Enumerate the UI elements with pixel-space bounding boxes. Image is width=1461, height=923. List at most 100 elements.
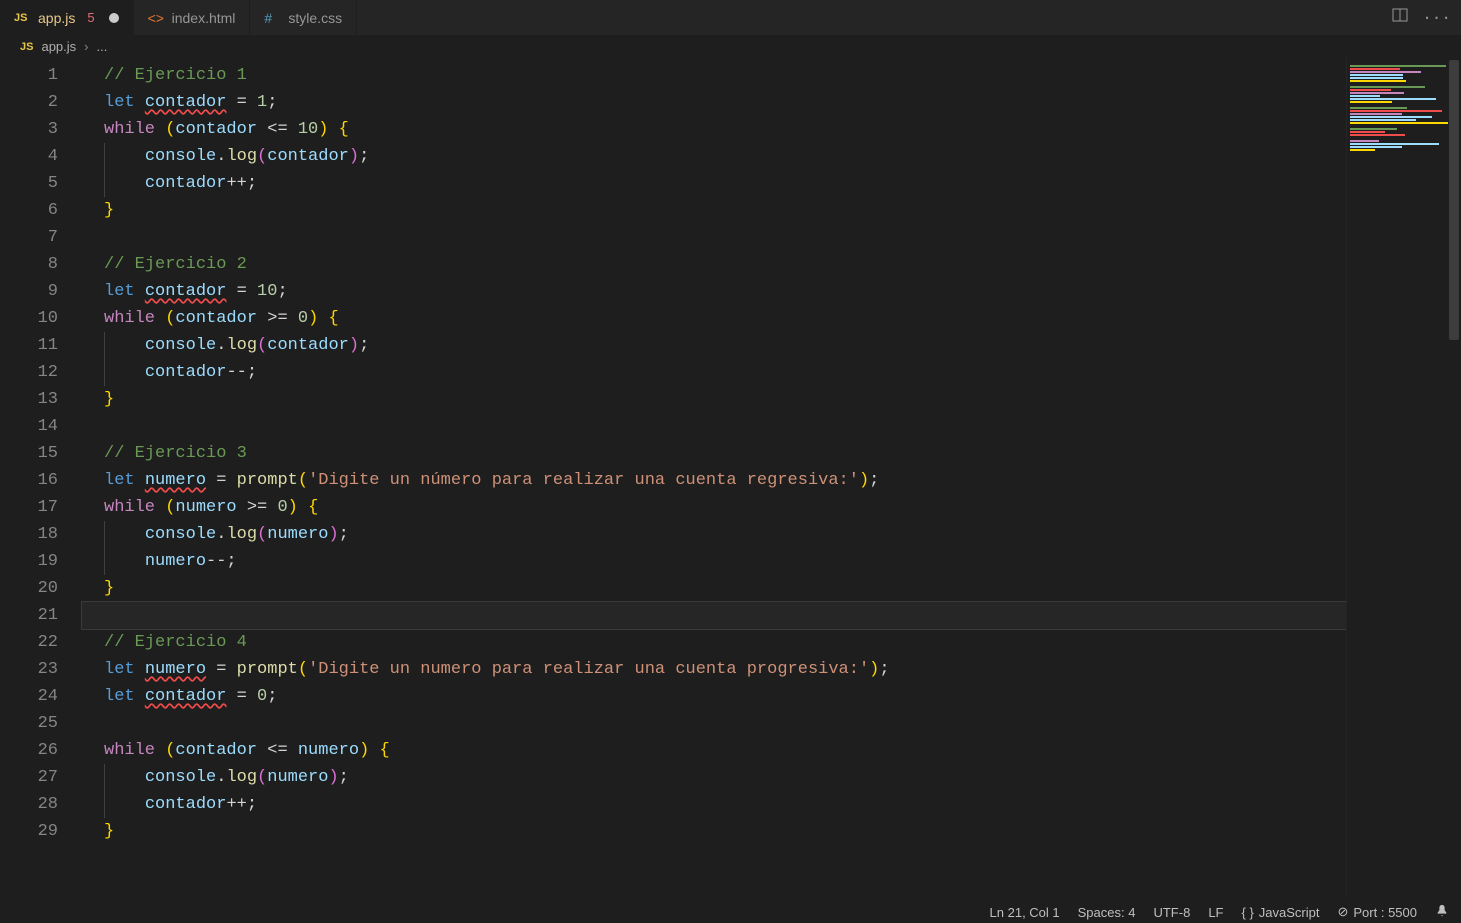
status-spaces[interactable]: Spaces: 4	[1078, 905, 1136, 920]
js-file-icon: JS	[14, 12, 30, 24]
line-number: 3	[0, 116, 58, 143]
code-line[interactable]: while (numero >= 0) {	[82, 494, 1346, 521]
code-line[interactable]: console.log(contador);	[82, 143, 1346, 170]
status-notifications[interactable]	[1435, 904, 1449, 921]
code-line[interactable]: // Ejercicio 3	[82, 440, 1346, 467]
minimap-line	[1350, 185, 1458, 187]
line-number: 4	[0, 143, 58, 170]
tab-label: app.js	[38, 10, 75, 26]
js-file-icon: JS	[20, 41, 33, 53]
scrollbar-thumb[interactable]	[1449, 60, 1459, 340]
line-number: 20	[0, 575, 58, 602]
minimap-line	[1350, 101, 1392, 103]
code-line[interactable]: while (contador <= 10) {	[82, 116, 1346, 143]
css-file-icon: #	[264, 10, 280, 26]
minimap-line	[1350, 170, 1458, 172]
minimap-line	[1350, 122, 1448, 124]
code-line[interactable]: let contador = 1;	[82, 89, 1346, 116]
tab-style-css[interactable]: # style.css	[250, 0, 357, 35]
minimap-line	[1350, 98, 1436, 100]
code-line[interactable]: let numero = prompt('Digite un número pa…	[82, 467, 1346, 494]
minimap-line	[1350, 92, 1404, 94]
line-number: 19	[0, 548, 58, 575]
code-line[interactable]: console.log(numero);	[82, 521, 1346, 548]
code-line[interactable]: // Ejercicio 4	[82, 629, 1346, 656]
minimap-line	[1350, 89, 1391, 91]
code-line[interactable]: let numero = prompt('Digite un numero pa…	[82, 656, 1346, 683]
minimap-line	[1350, 74, 1403, 76]
code-line[interactable]: // Ejercicio 2	[82, 251, 1346, 278]
code-line[interactable]: contador--;	[82, 359, 1346, 386]
line-number: 22	[0, 629, 58, 656]
code-line[interactable]: console.log(contador);	[82, 332, 1346, 359]
status-eol[interactable]: LF	[1208, 905, 1223, 920]
minimap-line	[1350, 134, 1405, 136]
split-editor-icon[interactable]	[1392, 7, 1408, 28]
minimap-line	[1350, 188, 1458, 190]
line-number-gutter: 1234567891011121314151617181920212223242…	[0, 58, 82, 898]
minimap-line	[1350, 113, 1402, 115]
code-area[interactable]: // Ejercicio 1let contador = 1;while (co…	[82, 58, 1346, 898]
code-line[interactable]: }	[82, 575, 1346, 602]
code-line[interactable]: // Ejercicio 1	[82, 62, 1346, 89]
problem-badge: 5	[87, 10, 94, 25]
vertical-scrollbar[interactable]	[1447, 60, 1461, 901]
minimap-line	[1350, 164, 1458, 166]
status-ln-col[interactable]: Ln 21, Col 1	[990, 905, 1060, 920]
code-line[interactable]: console.log(numero);	[82, 764, 1346, 791]
minimap-line	[1350, 80, 1406, 82]
code-line[interactable]: numero--;	[82, 548, 1346, 575]
tab-app-js[interactable]: JS app.js 5	[0, 0, 134, 35]
minimap-line	[1350, 71, 1421, 73]
line-number: 2	[0, 89, 58, 116]
minimap-line	[1350, 176, 1458, 178]
tab-index-html[interactable]: <> index.html	[134, 0, 251, 35]
minimap-line	[1350, 83, 1458, 85]
code-line[interactable]: contador++;	[82, 170, 1346, 197]
code-line[interactable]: }	[82, 197, 1346, 224]
editor[interactable]: 1234567891011121314151617181920212223242…	[0, 58, 1461, 898]
code-line[interactable]	[82, 710, 1346, 737]
code-line[interactable]	[82, 224, 1346, 251]
more-actions-icon[interactable]: ···	[1422, 9, 1451, 27]
breadcrumb[interactable]: JS app.js › ...	[0, 35, 1461, 58]
code-line[interactable]: let contador = 10;	[82, 278, 1346, 305]
status-encoding[interactable]: UTF-8	[1153, 905, 1190, 920]
line-number: 13	[0, 386, 58, 413]
broadcast-icon: ⊘	[1337, 904, 1348, 920]
code-line[interactable]: let contador = 0;	[82, 683, 1346, 710]
line-number: 5	[0, 170, 58, 197]
minimap-line	[1350, 110, 1442, 112]
bell-icon	[1435, 904, 1449, 921]
minimap-line	[1350, 128, 1397, 130]
line-number: 18	[0, 521, 58, 548]
minimap[interactable]	[1346, 58, 1461, 898]
minimap-line	[1350, 65, 1446, 67]
code-line[interactable]: contador++;	[82, 791, 1346, 818]
tab-label: index.html	[172, 10, 236, 26]
minimap-line	[1350, 194, 1458, 196]
minimap-line	[1350, 77, 1403, 79]
line-number: 21	[0, 602, 58, 629]
code-line[interactable]: while (contador <= numero) {	[82, 737, 1346, 764]
code-line[interactable]	[82, 602, 1346, 629]
minimap-line	[1350, 152, 1458, 154]
minimap-line	[1350, 107, 1407, 109]
code-line[interactable]: }	[82, 818, 1346, 845]
minimap-line	[1350, 158, 1458, 160]
minimap-line	[1350, 143, 1439, 145]
minimap-line	[1350, 155, 1458, 157]
tab-label: style.css	[288, 10, 342, 26]
status-language[interactable]: { } JavaScript	[1241, 905, 1319, 920]
code-line[interactable]: while (contador >= 0) {	[82, 305, 1346, 332]
line-number: 28	[0, 791, 58, 818]
minimap-line	[1350, 161, 1458, 163]
status-port[interactable]: ⊘ Port : 5500	[1337, 904, 1417, 920]
minimap-line	[1350, 125, 1458, 127]
code-line[interactable]	[82, 413, 1346, 440]
line-number: 8	[0, 251, 58, 278]
html-file-icon: <>	[148, 10, 164, 26]
minimap-line	[1350, 104, 1458, 106]
code-line[interactable]: }	[82, 386, 1346, 413]
line-number: 10	[0, 305, 58, 332]
